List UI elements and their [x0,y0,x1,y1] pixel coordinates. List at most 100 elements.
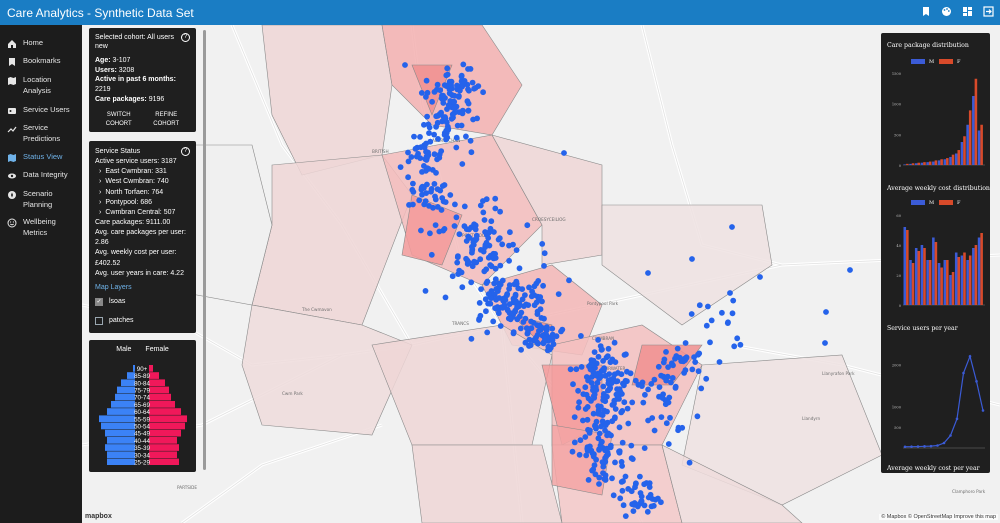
service-user-point[interactable] [497,208,503,215]
service-user-point[interactable] [585,477,592,483]
mapbox-logo[interactable]: mapbox [85,513,112,520]
service-user-point[interactable] [431,181,438,187]
service-user-point[interactable] [463,133,469,140]
switch-cohort-button[interactable]: SWITCH COHORT [99,111,139,129]
service-user-point[interactable] [428,188,434,195]
service-user-point[interactable] [533,299,540,306]
service-user-point[interactable] [497,262,504,269]
service-user-point[interactable] [492,205,499,212]
service-user-point[interactable] [599,459,606,465]
service-user-point[interactable] [494,305,500,312]
service-user-point[interactable] [405,158,412,165]
service-user-point[interactable] [724,320,731,326]
service-user-point[interactable] [531,336,538,343]
service-user-point[interactable] [468,149,475,156]
service-user-point[interactable] [422,288,429,294]
service-user-point[interactable] [480,89,486,96]
service-user-point[interactable] [426,130,432,136]
service-user-point[interactable] [616,448,622,455]
service-user-point[interactable] [471,258,478,265]
service-user-point[interactable] [448,82,454,89]
service-user-point[interactable] [444,127,451,134]
service-user-point[interactable] [453,214,460,221]
service-user-point[interactable] [501,302,508,309]
sidebar-item-wellbeing-metrics[interactable]: Wellbeing Metrics [0,211,82,245]
service-user-point[interactable] [644,508,651,515]
service-user-point[interactable] [412,145,419,152]
service-user-point[interactable] [672,385,679,391]
service-user-point[interactable] [427,138,434,145]
service-user-point[interactable] [524,222,531,229]
service-user-point[interactable] [506,285,512,292]
service-user-point[interactable] [472,222,479,229]
service-user-point[interactable] [605,380,612,387]
service-user-point[interactable] [651,427,658,434]
service-user-point[interactable] [716,359,723,365]
service-user-point[interactable] [584,416,591,423]
service-user-point[interactable] [622,513,629,519]
service-user-point[interactable] [460,61,467,68]
service-user-point[interactable] [576,451,583,458]
service-user-point[interactable] [478,286,484,292]
service-user-point[interactable] [443,72,450,79]
service-user-point[interactable] [477,247,484,253]
layer-lsoas[interactable]: ✓ lsoas [95,297,190,307]
dashboard-icon[interactable] [960,4,975,19]
service-user-point[interactable] [454,254,461,261]
service-user-point[interactable] [451,223,458,229]
service-user-point[interactable] [464,98,471,105]
exit-icon[interactable] [981,4,996,19]
service-user-point[interactable] [477,312,484,319]
service-user-point[interactable] [609,402,616,408]
service-user-point[interactable] [580,391,587,397]
service-user-point[interactable] [507,315,514,322]
service-user-point[interactable] [590,453,597,460]
service-user-point[interactable] [600,383,607,390]
service-user-point[interactable] [515,303,522,310]
service-user-point[interactable] [631,502,638,508]
service-user-point[interactable] [518,309,525,316]
service-user-point[interactable] [618,409,625,416]
service-user-point[interactable] [510,330,517,337]
checkbox-lsoas[interactable]: ✓ [95,298,103,307]
service-user-point[interactable] [624,405,631,412]
service-user-point[interactable] [429,98,435,105]
service-user-point[interactable] [496,235,503,242]
service-user-point[interactable] [451,98,458,105]
service-user-point[interactable] [488,252,495,259]
service-user-point[interactable] [567,366,574,373]
service-user-point[interactable] [602,447,608,454]
service-user-point[interactable] [589,362,595,368]
service-user-point[interactable] [449,273,456,280]
service-user-point[interactable] [486,300,493,307]
service-user-point[interactable] [682,367,689,374]
service-user-point[interactable] [683,355,690,361]
service-user-point[interactable] [757,274,763,280]
service-user-point[interactable] [541,263,547,269]
service-user-point[interactable] [490,318,497,325]
service-user-point[interactable] [417,134,423,140]
service-user-point[interactable] [609,475,615,482]
service-user-point[interactable] [822,340,828,346]
service-user-point[interactable] [629,399,636,406]
service-user-point[interactable] [435,136,441,142]
service-user-point[interactable] [698,385,705,392]
service-user-point[interactable] [419,169,425,175]
service-user-point[interactable] [456,267,463,274]
service-user-point[interactable] [705,303,711,310]
service-user-point[interactable] [500,295,506,302]
service-user-point[interactable] [522,315,529,322]
service-user-point[interactable] [655,363,662,370]
service-user-point[interactable] [453,144,460,151]
region-item[interactable]: Pontypool: 686 [95,198,190,208]
service-user-point[interactable] [537,294,544,300]
service-user-point[interactable] [480,209,487,216]
service-user-point[interactable] [487,262,494,268]
service-user-point[interactable] [492,195,499,202]
service-user-point[interactable] [595,353,602,360]
service-user-point[interactable] [566,277,572,284]
service-user-point[interactable] [439,183,446,189]
service-user-point[interactable] [640,399,647,406]
service-user-point[interactable] [512,293,519,299]
service-user-point[interactable] [519,286,526,292]
